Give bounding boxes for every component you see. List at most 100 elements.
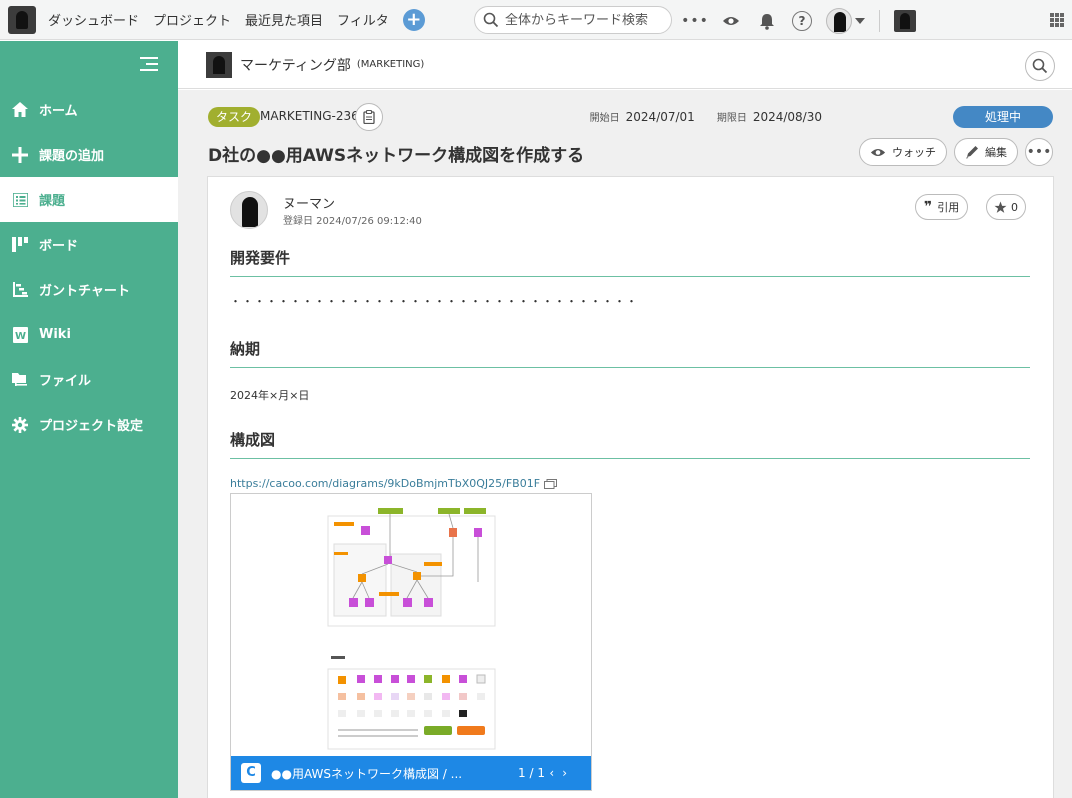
- sidebar-item-wiki[interactable]: W Wiki: [0, 312, 178, 357]
- top-nav: ダッシュボード プロジェクト 最近見た項目 フィルタ: [48, 10, 389, 29]
- chevron-right-icon[interactable]: ›: [562, 766, 575, 780]
- search-icon: [1032, 58, 1048, 74]
- star-count: 0: [1011, 200, 1018, 214]
- list-icon: [12, 192, 28, 208]
- project-icon: [206, 51, 232, 78]
- section-text: ・・・・・・・・・・・・・・・・・・・・・・・・・・・・・・・・・・: [230, 295, 638, 308]
- divider: [879, 10, 880, 32]
- global-search[interactable]: [474, 6, 672, 34]
- copy-key-button[interactable]: [355, 103, 383, 131]
- sidebar-item-add-issue[interactable]: 課題の追加: [0, 132, 178, 177]
- project-header: マーケティング部 (MARKETING): [178, 41, 1072, 89]
- gantt-icon: [12, 282, 28, 298]
- embed-title[interactable]: ●●用AWSネットワーク構成図 / ...: [271, 765, 462, 782]
- sidebar-item-label: 課題の追加: [39, 149, 105, 164]
- sidebar: ホーム 課題の追加 課題 ボード ガントチャート W Wiki ファイル プロジ: [0, 41, 178, 798]
- watch-label: ウォッチ: [892, 146, 936, 159]
- eye-icon: [870, 148, 886, 156]
- status-badge[interactable]: 処理中: [953, 106, 1053, 128]
- project-key: (MARKETING): [356, 59, 425, 70]
- sidebar-item-label: ボード: [39, 239, 79, 254]
- edit-button[interactable]: 編集: [954, 138, 1018, 166]
- star-button[interactable]: 0: [986, 194, 1026, 220]
- more-options-icon[interactable]: •••: [1025, 138, 1053, 166]
- board-icon: [12, 237, 28, 253]
- quote-label: 引用: [937, 201, 960, 214]
- issue-type-badge: タスク: [208, 107, 261, 127]
- issue-title: D社の●●用AWSネットワーク構成図を作成する: [208, 146, 585, 166]
- top-bar: ダッシュボード プロジェクト 最近見た項目 フィルタ + ••• ?: [0, 0, 1072, 40]
- plus-icon: [12, 146, 28, 163]
- diagram-embed[interactable]: C ●●用AWSネットワーク構成図 / ... 1 / 1 ‹›: [230, 493, 592, 791]
- help-icon[interactable]: ?: [792, 11, 812, 31]
- search-input[interactable]: [505, 12, 665, 28]
- issue-dates: 開始日 2024/07/01 期限日 2024/08/30: [590, 109, 822, 124]
- quote-button[interactable]: ❞ 引用: [915, 194, 969, 220]
- sidebar-item-label: ホーム: [39, 104, 78, 119]
- project-name[interactable]: マーケティング部: [240, 55, 351, 75]
- nav-projects[interactable]: プロジェクト: [153, 10, 231, 29]
- add-button[interactable]: +: [402, 8, 425, 31]
- watch-button[interactable]: ウォッチ: [859, 138, 947, 166]
- sidebar-item-label: プロジェクト設定: [39, 419, 144, 434]
- diagram-link[interactable]: https://cacoo.com/diagrams/9kDoBmjmTbX0Q…: [230, 477, 558, 490]
- issue-card: ヌーマン 登録日 2024/07/26 09:12:40 ❞ 引用 0 開発要件…: [207, 176, 1054, 798]
- bell-icon[interactable]: [756, 10, 778, 32]
- project-search-button[interactable]: [1025, 51, 1055, 81]
- nav-filter[interactable]: フィルタ: [337, 10, 389, 29]
- watch-icon[interactable]: [720, 10, 742, 32]
- external-link-icon[interactable]: [544, 478, 558, 489]
- start-date: 2024/07/01: [625, 110, 695, 124]
- link-text[interactable]: https://cacoo.com/diagrams/9kDoBmjmTbX0Q…: [230, 477, 540, 490]
- wiki-icon: W: [12, 326, 28, 343]
- nav-dashboard[interactable]: ダッシュボード: [48, 10, 139, 29]
- section-heading: 構成図: [230, 429, 1030, 459]
- cacoo-logo-icon: C: [241, 763, 261, 783]
- sidebar-item-label: ガントチャート: [39, 284, 130, 299]
- sidebar-item-label: Wiki: [39, 327, 71, 342]
- svg-text:W: W: [14, 331, 25, 342]
- diagram-preview: [327, 508, 496, 750]
- folder-icon: [12, 372, 28, 388]
- issue-key: MARKETING-236: [260, 109, 359, 123]
- clipboard-icon: [363, 110, 375, 124]
- sidebar-item-project-settings[interactable]: プロジェクト設定: [0, 402, 178, 447]
- embed-toolbar: C ●●用AWSネットワーク構成図 / ... 1 / 1 ‹›: [231, 756, 591, 790]
- sidebar-item-label: 課題: [39, 194, 66, 209]
- top-icons: ••• ?: [681, 8, 916, 34]
- edit-label: 編集: [985, 146, 1007, 159]
- avatar: [826, 8, 852, 34]
- section-heading: 開発要件: [230, 247, 1030, 277]
- sidebar-item-files[interactable]: ファイル: [0, 357, 178, 402]
- space-logo[interactable]: [8, 5, 36, 34]
- chevron-left-icon[interactable]: ‹: [549, 766, 562, 780]
- home-icon: [12, 102, 28, 118]
- user-menu[interactable]: [826, 8, 865, 34]
- chevron-down-icon: [855, 18, 865, 24]
- more-icon[interactable]: •••: [681, 10, 708, 32]
- nav-recent[interactable]: 最近見た項目: [245, 10, 323, 29]
- created-date: 登録日 2024/07/26 09:12:40: [283, 216, 422, 227]
- author-avatar[interactable]: [230, 191, 268, 229]
- menu-toggle-icon[interactable]: [140, 57, 158, 71]
- sidebar-item-board[interactable]: ボード: [0, 222, 178, 267]
- sidebar-item-issues[interactable]: 課題: [0, 177, 178, 222]
- quote-icon: ❞: [924, 199, 933, 215]
- sidebar-item-label: ファイル: [39, 374, 92, 389]
- section-text: 2024年×月×日: [230, 389, 310, 402]
- project-switcher[interactable]: [894, 10, 916, 32]
- due-date-label: 期限日: [716, 113, 747, 124]
- due-date: 2024/08/30: [752, 110, 822, 124]
- gear-icon: [12, 416, 28, 433]
- apps-grid-icon[interactable]: [1050, 13, 1064, 27]
- sidebar-item-gantt[interactable]: ガントチャート: [0, 267, 178, 312]
- search-icon: [483, 12, 499, 28]
- author-name[interactable]: ヌーマン: [283, 193, 335, 212]
- embed-page-indicator: 1 / 1: [518, 766, 545, 780]
- section-heading: 納期: [230, 338, 1030, 368]
- embed-nav: ‹›: [549, 766, 575, 780]
- issue-main: タスク MARKETING-236 開始日 2024/07/01 期限日 202…: [178, 90, 1072, 798]
- start-date-label: 開始日: [589, 113, 620, 124]
- pencil-icon: [966, 146, 978, 159]
- sidebar-item-home[interactable]: ホーム: [0, 87, 178, 132]
